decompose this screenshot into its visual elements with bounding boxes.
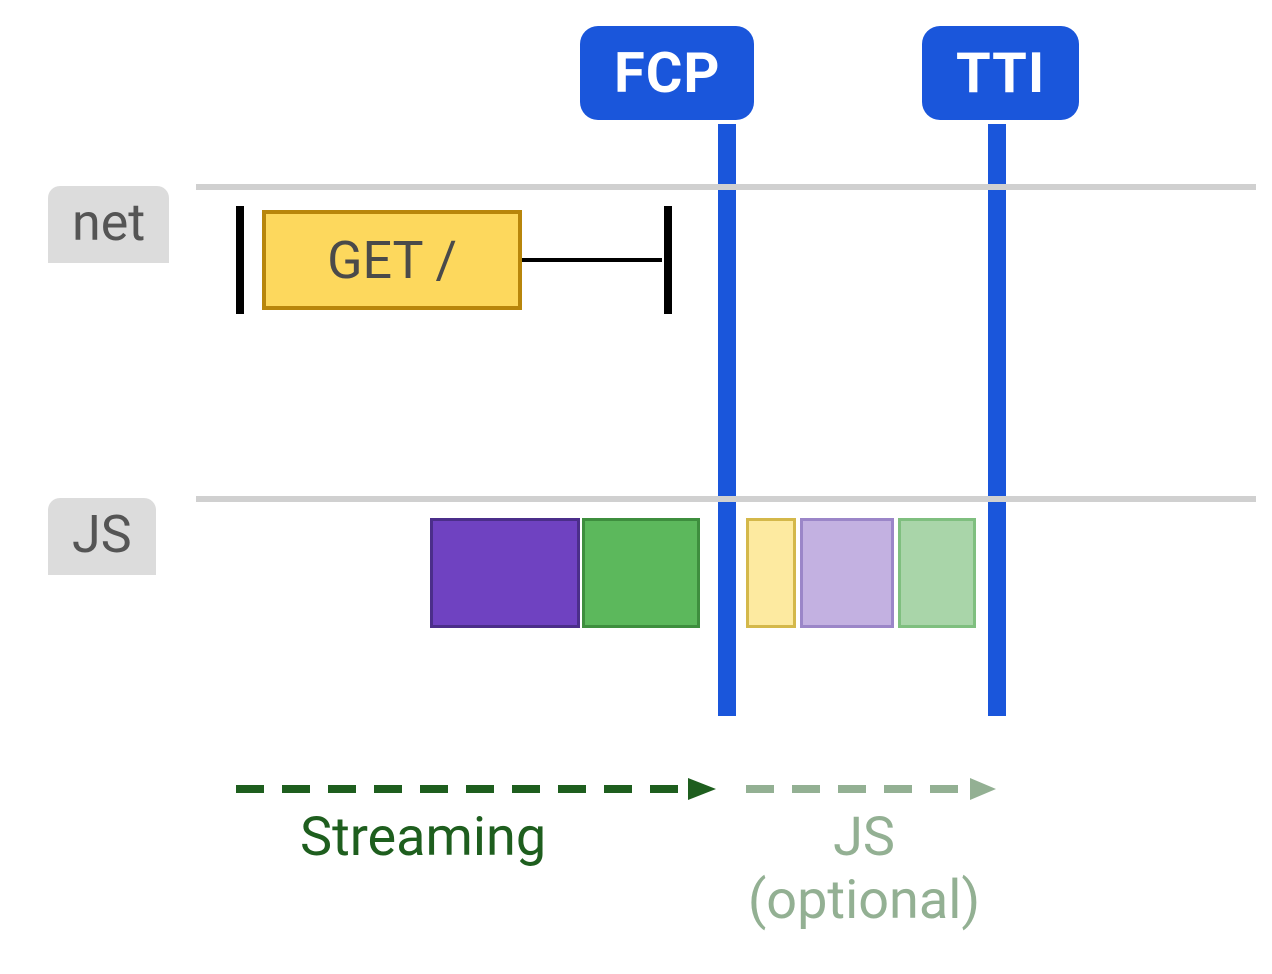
streaming-label: Streaming (300, 806, 546, 869)
js-block-1 (582, 518, 700, 628)
net-row-label: net (48, 186, 169, 263)
timing-diagram: FCP TTI net GET / JS Streaming JS (optio… (0, 0, 1272, 974)
fcp-marker-line (718, 124, 736, 716)
js-optional-arrow (746, 774, 996, 804)
js-optional-label: JS (optional) (744, 806, 984, 932)
js-row-label: JS (48, 498, 156, 575)
net-row-line (196, 184, 1256, 190)
fcp-badge: FCP (580, 26, 754, 120)
js-block-4 (898, 518, 976, 628)
js-block-0 (430, 518, 580, 628)
js-row-line (196, 496, 1256, 502)
js-optional-line1: JS (833, 806, 895, 869)
js-optional-line2: (optional) (748, 869, 980, 932)
tti-badge: TTI (922, 26, 1079, 120)
net-start-bracket (236, 206, 244, 314)
tti-marker-line (988, 124, 1006, 716)
js-block-2 (746, 518, 796, 628)
net-end-bracket (664, 206, 672, 314)
net-get-box: GET / (262, 210, 522, 310)
net-tail-line (522, 258, 662, 262)
js-block-3 (800, 518, 894, 628)
streaming-arrow (236, 774, 716, 804)
